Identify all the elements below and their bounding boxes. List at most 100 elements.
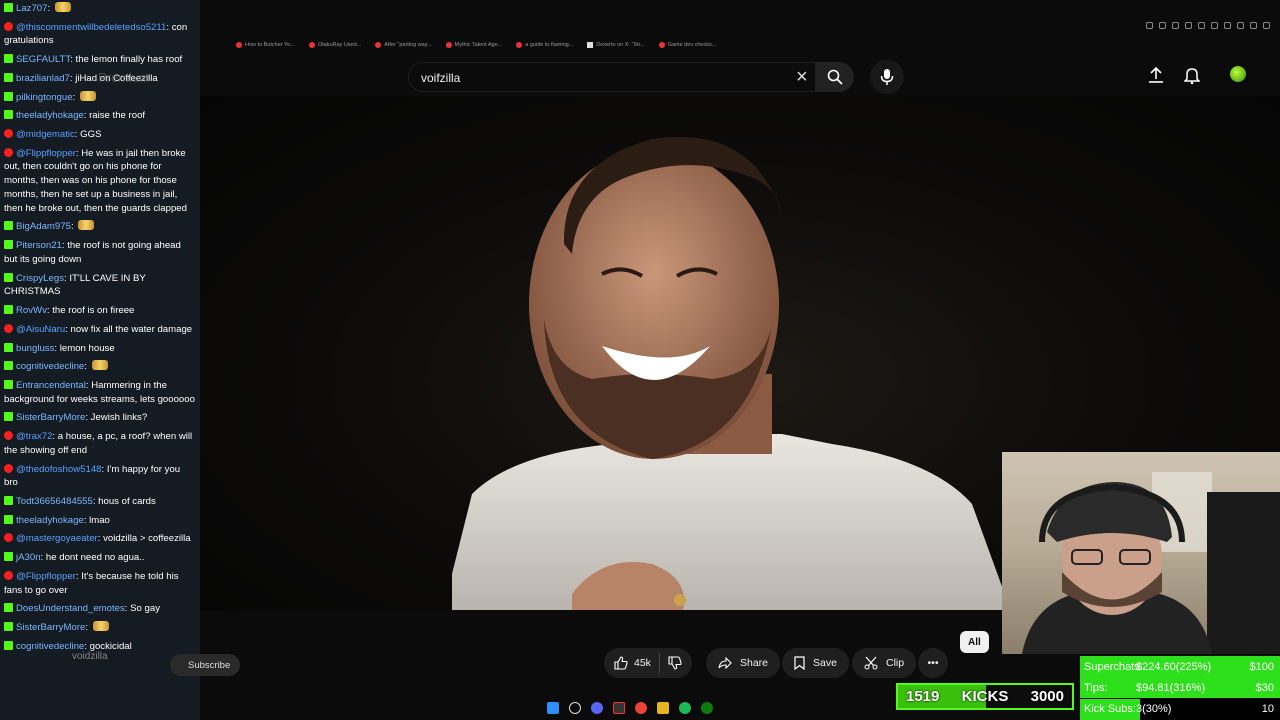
chat-username[interactable]: cognitivedecline [16, 641, 84, 652]
chat-username[interactable]: Piterson21 [16, 240, 62, 251]
bookmark-item[interactable]: How to Butcher Yo... [236, 42, 295, 48]
kick-logo-icon [4, 305, 13, 315]
chat-username[interactable]: @AisuNaru [16, 324, 65, 335]
kick-logo-icon [4, 240, 13, 250]
chat-username[interactable]: SEGFAULTT [16, 54, 70, 65]
chat-message: pilkingtongue: [4, 90, 196, 105]
kick-logo-icon [4, 110, 13, 120]
chat-message: CrispyLegs: IT'LL CAVE IN BY CHRISTMAS [4, 272, 146, 298]
chat-username[interactable]: Todt36656484555 [16, 496, 93, 507]
goal-value: $94.81(316%) [1136, 681, 1206, 694]
chat-username[interactable]: Entrancendental [16, 380, 86, 391]
chat-username[interactable]: jA30n [16, 552, 41, 563]
avatar[interactable] [1230, 66, 1246, 82]
share-button[interactable]: Share [706, 648, 781, 678]
thumbs-up-icon [614, 656, 628, 670]
chat-username[interactable]: @mastergoyaeater [16, 533, 98, 544]
chat-username[interactable]: BigAdam975 [16, 221, 71, 232]
chat-message: @Flippflopper: It's because he told his … [4, 570, 179, 596]
search-button[interactable] [816, 62, 854, 92]
clip-button[interactable]: Clip [852, 648, 917, 678]
channel-name-ghost: voidzilla [72, 651, 108, 662]
goal-label: Superchats: [1084, 660, 1143, 673]
extension-icon[interactable] [1172, 22, 1179, 29]
chat-message: RovWv: the roof is on fireee [4, 304, 196, 318]
bookmark-item[interactable]: Game dev checks... [658, 42, 717, 48]
chat-username[interactable]: bungluss [16, 343, 54, 354]
youtube-logo-icon [516, 42, 523, 48]
filter-chip-all[interactable]: All [960, 631, 989, 653]
notifications-bell-icon[interactable] [1184, 66, 1200, 84]
chat-username[interactable]: cognitivedecline [16, 361, 84, 372]
download-icon[interactable] [1250, 22, 1257, 29]
share-label: Share [740, 657, 769, 669]
chat-username[interactable]: @thedofoshow5148 [16, 464, 102, 475]
close-icon[interactable]: × [796, 67, 808, 87]
zoom-icon[interactable] [1146, 22, 1153, 29]
chat-text: now fix all the water damage [70, 323, 193, 335]
subscribe-button[interactable]: Subscribe [170, 654, 241, 676]
bookmark-icon[interactable] [1211, 22, 1218, 29]
youtube-logo-icon [4, 21, 13, 31]
bookmark-item[interactable]: a guide to flaming... [516, 42, 573, 48]
share-icon [718, 657, 732, 669]
extension-icon[interactable] [1185, 22, 1192, 29]
chat-username[interactable]: theeladyhokage [16, 515, 84, 526]
save-button[interactable]: Save [782, 648, 849, 678]
chat-username[interactable]: SisterBarryMore [16, 412, 85, 423]
kick-logo-icon [4, 552, 13, 562]
chat-username[interactable]: @thiscommentwillbedeletedso5211 [16, 22, 166, 33]
chat-username[interactable]: RovWv [16, 305, 47, 316]
more-actions-button[interactable]: ••• [918, 648, 948, 678]
search-icon [827, 69, 843, 85]
chat-message: @trax72: a house, a pc, a roof? when wil… [4, 431, 193, 456]
bookmark-label: Game dev checks... [667, 42, 717, 48]
discord-icon[interactable] [591, 702, 603, 714]
like-button[interactable]: 45k [614, 656, 651, 670]
extension-icon[interactable] [1198, 22, 1205, 29]
spotify-icon[interactable] [679, 702, 691, 714]
xbox-icon[interactable] [701, 702, 713, 714]
youtube-logo-icon [4, 533, 13, 543]
search-input[interactable]: voifzilla [421, 71, 460, 85]
profile-icon[interactable] [1263, 22, 1270, 29]
chat-text: raise the roof [89, 110, 146, 122]
goal-label: Tips: [1084, 681, 1108, 694]
extension-icon[interactable] [1224, 22, 1231, 29]
extension-icon[interactable] [1237, 22, 1244, 29]
chat-username[interactable]: @Flippflopper [16, 148, 76, 159]
chat-username[interactable]: @Flippflopper [16, 571, 76, 582]
thumbs-down-icon[interactable] [668, 656, 682, 670]
bookmark-label: After "parting way... [384, 42, 432, 48]
obs-icon[interactable] [613, 702, 625, 714]
bookmark-item[interactable]: OtakuRay Used... [308, 42, 361, 48]
chat-username[interactable]: pilkingtongue [16, 92, 73, 103]
voice-search-button[interactable] [870, 60, 904, 94]
kick-logo-icon [4, 621, 13, 631]
chat-username[interactable]: brazilianlad7 [16, 73, 70, 84]
upload-icon[interactable] [1148, 66, 1164, 84]
youtube-logo-icon [658, 42, 665, 48]
search-icon[interactable] [569, 702, 581, 714]
x-logo-icon [587, 42, 594, 48]
extension-icon[interactable] [1159, 22, 1166, 29]
chat-message: SEGFAULTT: the lemon finally has roof [4, 53, 196, 67]
chat-username[interactable]: Laz707 [16, 3, 47, 14]
chat-username[interactable]: SisterBarryMore [16, 622, 85, 633]
bookmark-item[interactable]: After "parting way... [375, 42, 432, 48]
start-icon[interactable] [547, 702, 559, 714]
bookmark-item[interactable]: Mythic Talent Age... [445, 42, 502, 48]
chat-text: GGS [80, 128, 102, 140]
folder-icon[interactable] [657, 702, 669, 714]
chat-username[interactable]: DoesUnderstand_emotes [16, 603, 125, 614]
youtube-logo-icon [308, 42, 315, 48]
chrome-icon[interactable] [635, 702, 647, 714]
bookmark-item[interactable]: Dexerto on X: "Str... [587, 42, 645, 48]
windows-taskbar [200, 696, 900, 720]
chat-username[interactable]: @trax72 [16, 431, 52, 442]
chat-username[interactable]: CrispyLegs [16, 273, 64, 284]
chat-username[interactable]: theeladyhokage [16, 110, 84, 121]
chat-username[interactable]: @midgematic [16, 129, 75, 140]
goal-row: Kick Subs: 3(30%) 10 [1080, 698, 1280, 720]
search-box[interactable]: voifzilla × [408, 62, 816, 92]
